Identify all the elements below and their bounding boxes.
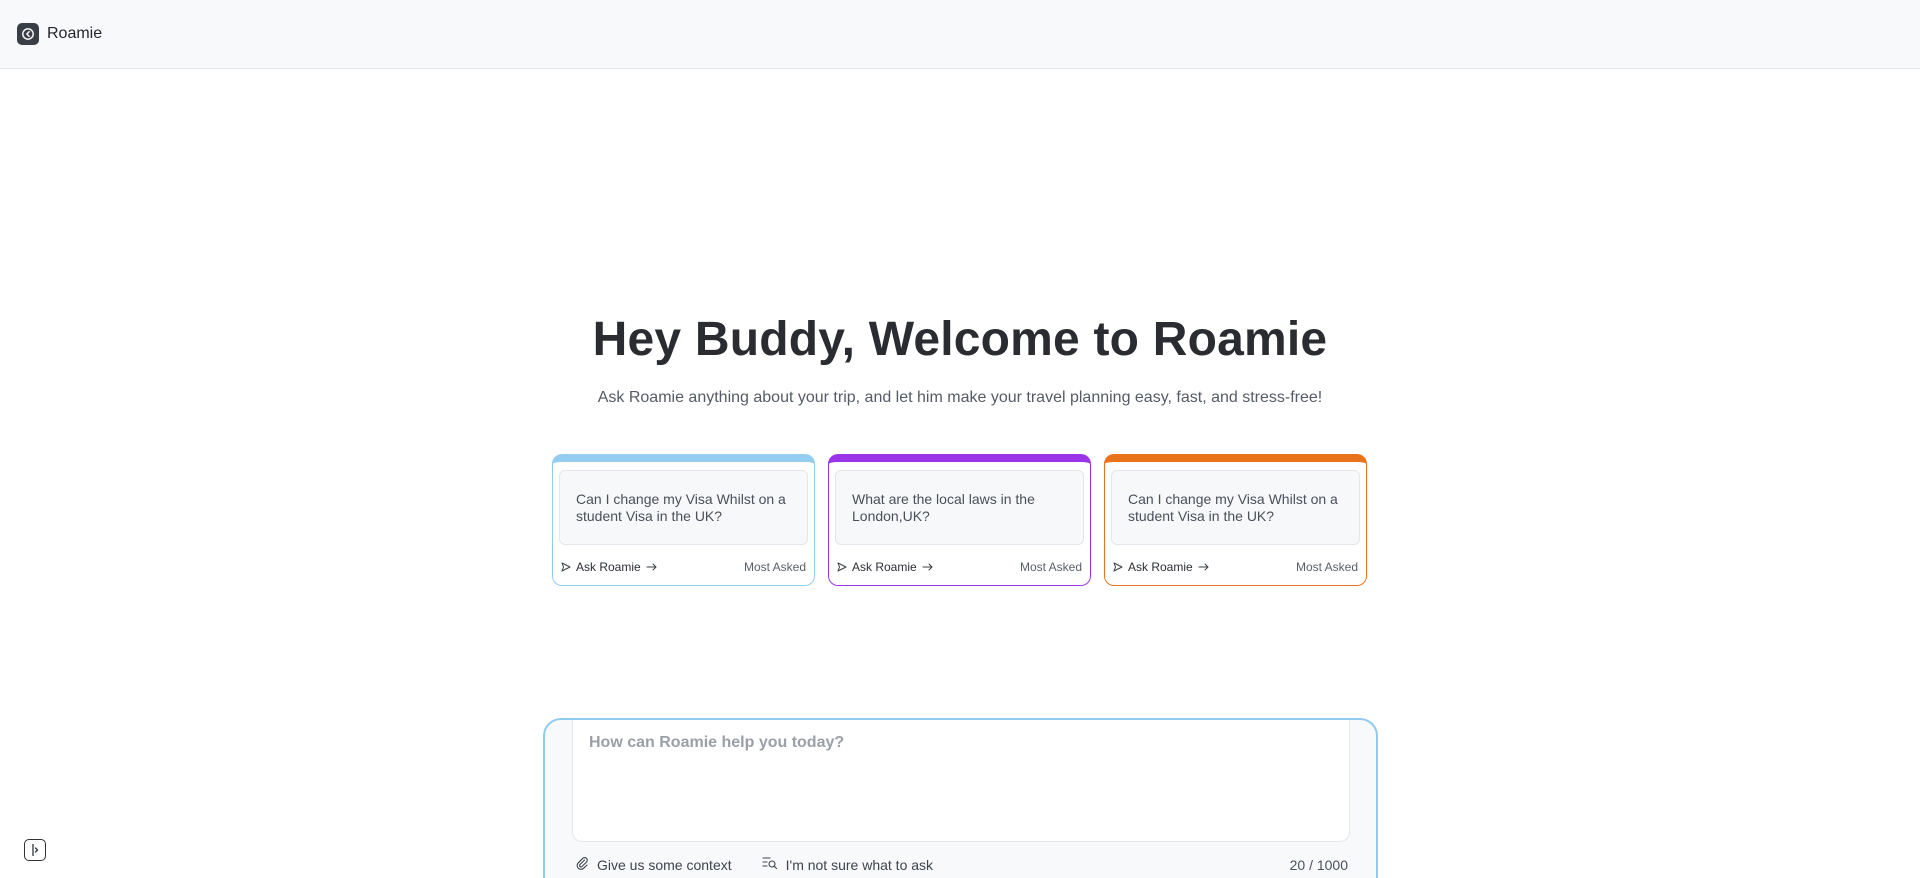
give-context-label: Give us some context [597, 856, 732, 873]
page-title: Hey Buddy, Welcome to Roamie [592, 313, 1328, 366]
brand-name[interactable]: Roamie [47, 25, 102, 43]
roamie-logo-icon[interactable] [17, 23, 39, 45]
send-icon [561, 562, 571, 572]
suggestion-question[interactable]: What are the local laws in the London,UK… [835, 470, 1084, 545]
paperclip-icon [575, 856, 589, 873]
card-footer: Ask Roamie Most Asked [837, 560, 1082, 574]
send-icon [1113, 562, 1123, 572]
ask-roamie-button[interactable]: Ask Roamie [561, 560, 658, 574]
arrow-right-icon [922, 562, 934, 572]
suggestion-cards: Can I change my Visa Whilst on a student… [552, 454, 1367, 586]
page: Roamie Hey Buddy, Welcome to Roamie Ask … [0, 0, 1920, 878]
card-footer: Ask Roamie Most Asked [1113, 560, 1358, 574]
send-icon [837, 562, 847, 572]
suggestion-question[interactable]: Can I change my Visa Whilst on a student… [1111, 470, 1360, 545]
composer-toolbar: Give us some context I'm not sure what t… [575, 856, 1348, 873]
page-subtitle: Ask Roamie anything about your trip, and… [597, 389, 1323, 406]
card-footer: Ask Roamie Most Asked [561, 560, 806, 574]
give-context-button[interactable]: Give us some context [575, 856, 732, 873]
ask-roamie-label: Ask Roamie [852, 560, 917, 574]
suggestion-card-laws[interactable]: What are the local laws in the London,UK… [828, 454, 1091, 586]
ask-roamie-label: Ask Roamie [1128, 560, 1193, 574]
list-search-icon [762, 856, 778, 873]
character-count: 20 / 1000 [1289, 856, 1348, 873]
chat-composer: Give us some context I'm not sure what t… [543, 718, 1378, 878]
message-input-wrapper [572, 720, 1350, 842]
most-asked-badge: Most Asked [1295, 560, 1358, 574]
ask-roamie-button[interactable]: Ask Roamie [1113, 560, 1210, 574]
suggestion-card-visa-2[interactable]: Can I change my Visa Whilst on a student… [1104, 454, 1367, 586]
sidebar-toggle-icon[interactable] [24, 839, 46, 861]
ask-roamie-button[interactable]: Ask Roamie [837, 560, 934, 574]
arrow-right-icon [1198, 562, 1210, 572]
top-bar: Roamie [0, 0, 1920, 69]
most-asked-badge: Most Asked [1019, 560, 1082, 574]
arrow-right-icon [646, 562, 658, 572]
message-input[interactable] [573, 720, 1349, 841]
not-sure-label: I'm not sure what to ask [785, 856, 934, 873]
suggestion-card-visa[interactable]: Can I change my Visa Whilst on a student… [552, 454, 815, 586]
suggestion-question[interactable]: Can I change my Visa Whilst on a student… [559, 470, 808, 545]
most-asked-badge: Most Asked [743, 560, 806, 574]
not-sure-button[interactable]: I'm not sure what to ask [762, 856, 933, 873]
ask-roamie-label: Ask Roamie [576, 560, 641, 574]
